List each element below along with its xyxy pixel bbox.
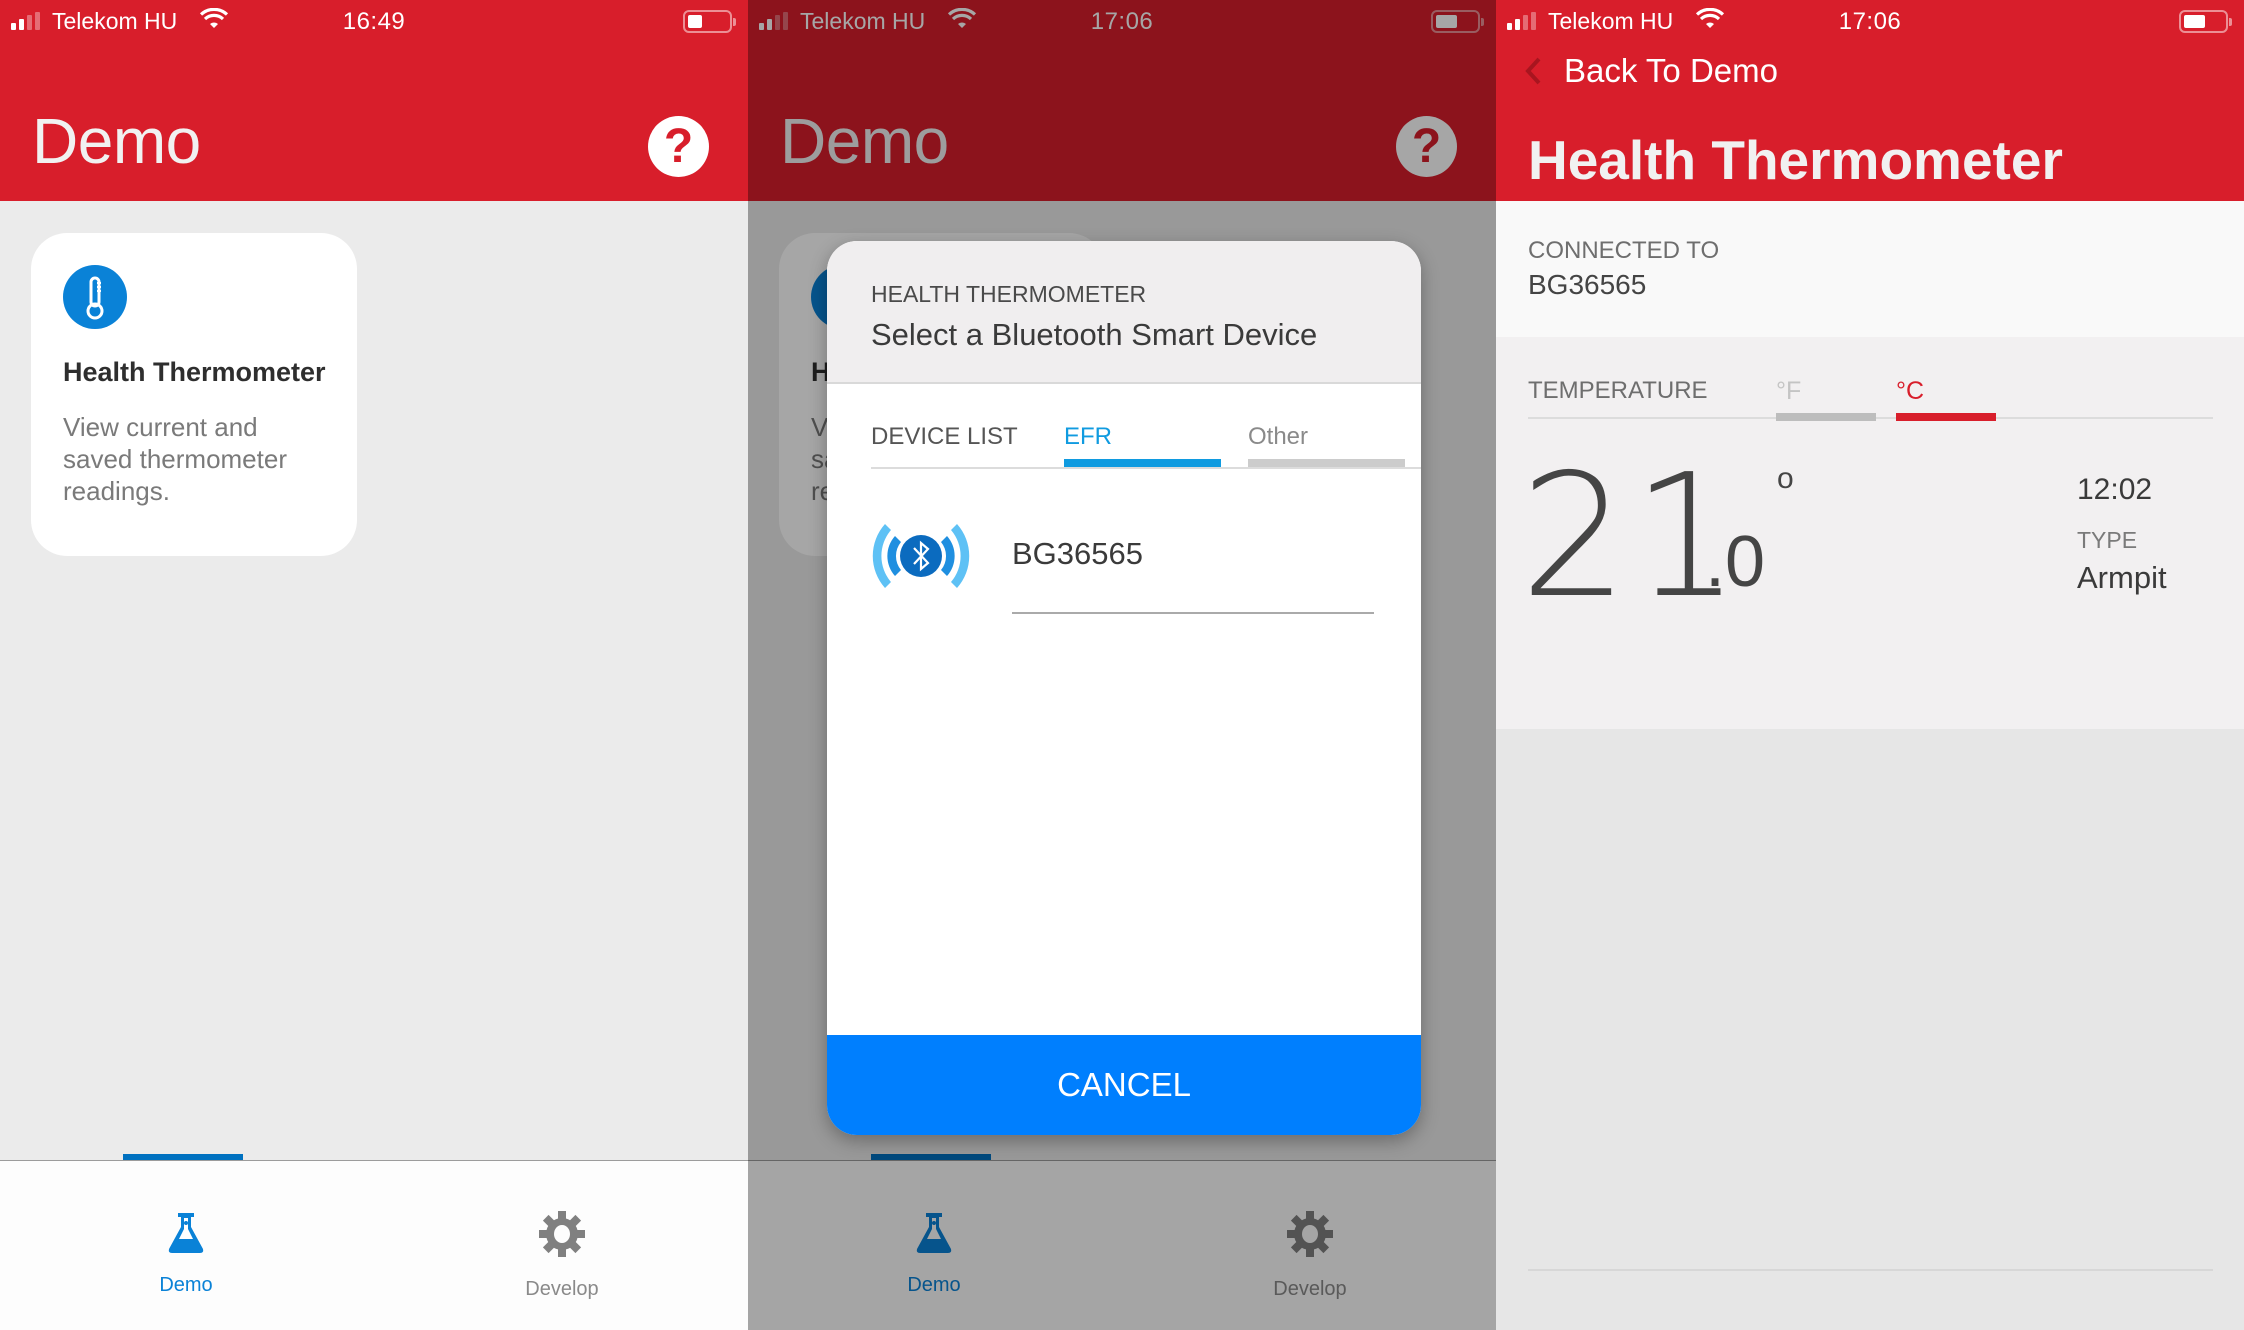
temperature-section: TEMPERATURE °F °C 21 .0 o 12:02 TYPE Arm… (1496, 337, 2244, 729)
unit-celsius-toggle[interactable]: °C (1896, 377, 1996, 421)
status-bar: Telekom HU 16:49 (0, 0, 748, 42)
type-value: Armpit (2077, 560, 2167, 595)
page-title: Health Thermometer (1528, 129, 2063, 191)
battery-icon (2179, 10, 2232, 33)
tab-efr-indicator (1064, 459, 1221, 467)
tab-develop[interactable]: Develop (462, 1209, 662, 1301)
tab-label: Demo (159, 1274, 213, 1296)
temperature-label: TEMPERATURE (1528, 377, 1708, 404)
demo-screen: Telekom HU 16:49 Demo ? Health Thermomet… (0, 0, 748, 1330)
battery-level (2184, 15, 2206, 28)
divider (1528, 1269, 2213, 1271)
device-select-screen: Telekom HU 17:06 Demo ? Health Thermomet… (748, 0, 1496, 1330)
unit-fahrenheit-toggle[interactable]: °F (1776, 377, 1876, 421)
temperature-reading: 21 .0 o (1520, 452, 1794, 622)
app-header: Telekom HU 17:06 Back To Demo Health The… (1496, 0, 2244, 201)
back-label: Back To Demo (1564, 52, 1778, 89)
dialog-overline: HEALTH THERMOMETER (871, 281, 1147, 307)
unit-label: °C (1896, 377, 1925, 405)
device-filter-tabs: DEVICE LIST EFR Other (871, 419, 1421, 469)
status-time: 17:06 (1838, 8, 1902, 35)
page-title: Demo (32, 105, 201, 177)
connected-to-label: CONNECTED TO (1528, 237, 1720, 264)
back-button[interactable]: Back To Demo (1522, 52, 1778, 90)
dialog-title: Select a Bluetooth Smart Device (871, 317, 1318, 352)
battery-icon (683, 10, 736, 33)
battery-level (688, 15, 702, 28)
device-name: BG36565 (1012, 536, 1143, 571)
device-divider (1012, 612, 1374, 614)
bluetooth-signal-icon (872, 524, 970, 588)
temperature-decimal: .0 (1705, 522, 1766, 602)
health-thermometer-card[interactable]: Health Thermometer View current and save… (31, 233, 357, 556)
app-header: Telekom HU 16:49 Demo ? (0, 0, 748, 201)
device-select-dialog: HEALTH THERMOMETER Select a Bluetooth Sm… (827, 241, 1421, 1135)
temperature-header: TEMPERATURE °F °C (1528, 377, 2213, 421)
question-circle-icon: ? (663, 120, 694, 173)
unit-label: °F (1776, 377, 1802, 405)
status-bar: Telekom HU 17:06 (1496, 0, 2244, 42)
reading-time: 12:02 (2077, 473, 2153, 506)
dialog-header: HEALTH THERMOMETER Select a Bluetooth Sm… (827, 241, 1421, 384)
thermometer-screen: Telekom HU 17:06 Back To Demo Health The… (1496, 0, 2244, 1330)
flask-icon (168, 1213, 204, 1253)
device-list-item[interactable]: BG36565 (871, 506, 1377, 614)
chevron-left-icon (1525, 57, 1541, 85)
degree-symbol: o (1777, 462, 1794, 495)
gear-icon (539, 1211, 585, 1257)
thermometer-icon (63, 265, 127, 329)
status-time: 16:49 (342, 8, 406, 35)
tab-demo[interactable]: Demo (86, 1209, 286, 1297)
tab-label: Develop (525, 1278, 599, 1300)
unit-indicator (1776, 413, 1876, 421)
device-list-label: DEVICE LIST (871, 423, 1018, 450)
connected-device: BG36565 (1528, 269, 1647, 300)
help-button[interactable]: ? (648, 116, 709, 177)
bottom-tab-bar: Demo Develop (0, 1160, 748, 1330)
tab-other-indicator (1248, 459, 1405, 467)
unit-indicator (1896, 413, 1996, 421)
connection-section: CONNECTED TO BG36565 (1496, 201, 2244, 337)
reading-meta: 12:02 TYPE Armpit (2077, 473, 2167, 596)
tab-efr[interactable]: EFR (1064, 423, 1112, 451)
card-title: Health Thermometer (63, 357, 326, 387)
cancel-button[interactable]: CANCEL (827, 1035, 1421, 1135)
type-label: TYPE (2077, 527, 2138, 553)
card-description: View current and saved thermometer readi… (63, 412, 287, 506)
tab-other[interactable]: Other (1248, 423, 1308, 451)
